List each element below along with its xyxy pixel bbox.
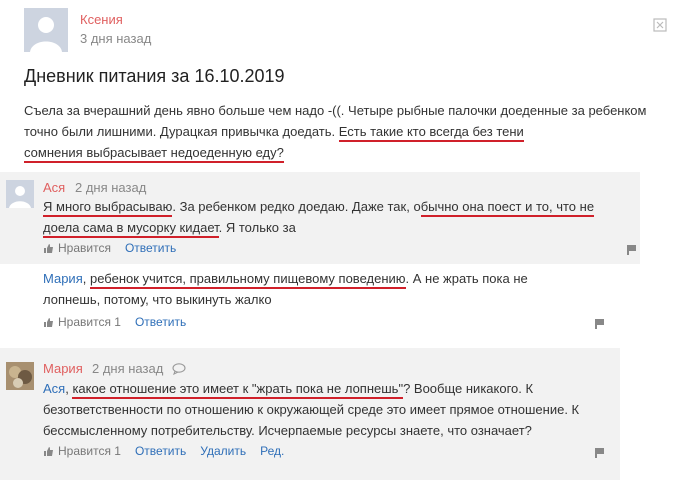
post-date: 3 дня назад <box>80 31 152 46</box>
like-label: Нравится 1 <box>58 315 121 329</box>
report-icon[interactable] <box>626 243 637 261</box>
settings-icon[interactable] <box>653 18 667 32</box>
comment-text-line-2: безответственности по отношению к окружа… <box>43 402 580 417</box>
comment-text-line-1: Ася, какое отношение это имеет к "жрать … <box>43 378 533 399</box>
post-text-line-2: точно были лишними. Дурацкая привычка до… <box>24 121 524 142</box>
commenter-avatar[interactable] <box>6 362 34 390</box>
post-title: Дневник питания за 16.10.2019 <box>24 66 285 86</box>
thumbs-up-icon <box>44 243 53 253</box>
comment-text: . За ребенком редко доедаю. Даже так, о <box>172 199 421 214</box>
post-highlight-2: сомнения выбрасывает недоеденную еду? <box>24 145 284 163</box>
edit-button[interactable]: Ред. <box>260 444 284 458</box>
report-icon[interactable] <box>594 446 605 464</box>
comment-actions: Нравится 1 Ответить <box>43 315 186 329</box>
reply-button[interactable]: Ответить <box>135 315 186 329</box>
comment-highlight: бычно она поест и то, что не <box>420 199 595 217</box>
comment-date: 2 дня назад <box>92 361 164 376</box>
delete-button[interactable]: Удалить <box>200 444 246 458</box>
reply-text: , <box>82 271 90 286</box>
user-silhouette-icon <box>24 8 68 52</box>
thumbs-up-icon <box>44 317 53 327</box>
reply-highlight: ребенок учится, правильному пищевому пов… <box>89 271 406 289</box>
comment-author[interactable]: Мария <box>43 361 83 376</box>
comment-date: 2 дня назад <box>75 180 147 195</box>
comment-text-line-1: Я много выбрасываю. За ребенком редко до… <box>43 196 595 217</box>
post-author[interactable]: Ксения <box>80 12 123 27</box>
comment-highlight: какое отношение это имеет к "жрать пока … <box>72 381 404 399</box>
comment-highlight: доела сама в мусорку кидает <box>43 220 219 238</box>
reply-text-line-2: лопнешь, потому, что выкинуть жалко <box>43 292 272 307</box>
photo-avatar-icon <box>6 362 34 390</box>
commenter-avatar[interactable] <box>6 180 34 208</box>
reply-text: . А не жрать пока не <box>405 271 528 286</box>
post-text-line-1: Съела за вчерашний день явно больше чем … <box>24 103 647 118</box>
comment-text: ? Вообще никакого. К <box>403 381 534 396</box>
post-text-line-3: сомнения выбрасывает недоеденную еду? <box>24 142 284 163</box>
post-highlight-1: Есть такие кто всегда без тени <box>338 124 524 142</box>
thumbs-up-icon <box>44 446 53 456</box>
comment-author[interactable]: Ася <box>43 180 65 195</box>
reply-button[interactable]: Ответить <box>135 444 186 458</box>
report-icon[interactable] <box>594 317 605 335</box>
mention-link[interactable]: Ася <box>43 381 65 396</box>
like-label: Нравится <box>58 241 111 255</box>
user-silhouette-icon <box>6 180 34 208</box>
mention-link[interactable]: Мария <box>43 271 83 286</box>
comment-text-line-3: бессмысленному потребительству. Исчерпае… <box>43 423 532 438</box>
author-avatar[interactable] <box>24 8 68 52</box>
post-text-line-2a: точно были лишними. Дурацкая привычка до… <box>24 124 339 139</box>
reply-text-line-1: Мария, ребенок учится, правильному пищев… <box>43 268 528 289</box>
comment-text: . Я только за <box>218 220 296 235</box>
like-button[interactable]: Нравится <box>43 241 111 255</box>
comment-actions: Нравится 1 Ответить Удалить Ред. <box>43 444 284 458</box>
like-label: Нравится 1 <box>58 444 121 458</box>
comment-actions: Нравится Ответить <box>43 241 176 255</box>
like-button[interactable]: Нравится 1 <box>43 444 121 458</box>
comment-highlight: Я много выбрасываю <box>43 199 173 217</box>
reply-button[interactable]: Ответить <box>125 241 176 255</box>
comment-text-line-2: доела сама в мусорку кидает. Я только за <box>43 217 296 238</box>
like-button[interactable]: Нравится 1 <box>43 315 121 329</box>
